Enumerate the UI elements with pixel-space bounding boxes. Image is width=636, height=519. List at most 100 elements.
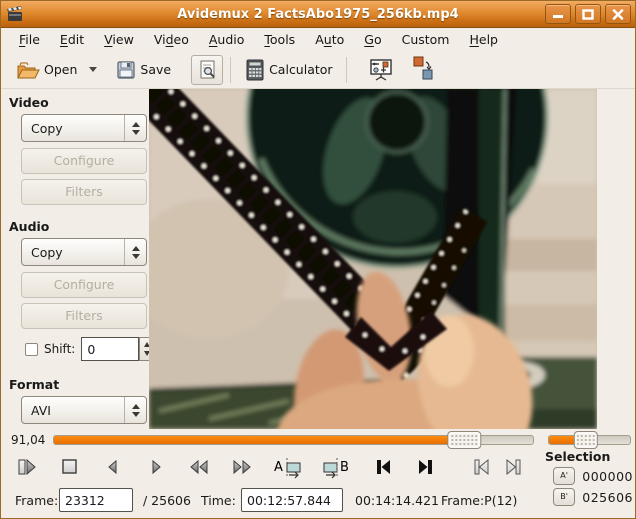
- previous-frame-button[interactable]: [100, 454, 126, 480]
- window-title: Avidemux 2 FactsAbo1975_256kb.mp4: [1, 7, 635, 22]
- open-folder-icon: [15, 59, 41, 81]
- video-codec-value: Copy: [22, 121, 63, 136]
- video-filters-panel-button[interactable]: Filters: [21, 179, 147, 205]
- properties-icon: [197, 59, 217, 81]
- go-to-end-button[interactable]: [413, 454, 439, 480]
- audio-configure-button[interactable]: Configure: [21, 272, 147, 298]
- maximize-button[interactable]: [575, 4, 601, 24]
- secondary-slider[interactable]: [548, 435, 631, 445]
- open-label: Open: [44, 62, 77, 77]
- previous-keyframe-button[interactable]: [468, 454, 494, 480]
- selection-a-row: A' 000000: [553, 467, 633, 485]
- calculator-button[interactable]: Calculator: [238, 54, 338, 86]
- open-recent-dropdown[interactable]: [83, 67, 103, 72]
- stop-button[interactable]: [57, 454, 83, 480]
- avidemux-window: Avidemux 2 FactsAbo1975_256kb.mp4 File E…: [0, 0, 636, 519]
- go-to-start-icon: [373, 457, 393, 477]
- menu-view[interactable]: View: [94, 30, 144, 49]
- video-filters-button[interactable]: [362, 53, 400, 87]
- toolbar-separator: [346, 57, 347, 83]
- frame-type: Frame:P(12): [441, 493, 517, 508]
- format-select[interactable]: AVI: [21, 396, 147, 424]
- video-section-heading: Video: [9, 95, 149, 110]
- set-marker-b-button[interactable]: B: [321, 454, 353, 480]
- next-frame-icon: [147, 457, 165, 477]
- go-to-end-icon: [416, 457, 436, 477]
- side-panel: Video Copy Configure Filters Audio Copy …: [1, 89, 149, 429]
- menu-bar: File Edit View Video Audio Tools Auto Go…: [1, 28, 635, 51]
- position-label: 91,04: [11, 433, 45, 447]
- timeline-row: 91,04: [1, 429, 635, 451]
- format-value: AVI: [22, 403, 51, 418]
- open-button[interactable]: Open: [9, 55, 83, 85]
- audio-codec-select[interactable]: Copy: [21, 238, 147, 266]
- toolbar: Open Save: [1, 51, 635, 89]
- shift-spinbox[interactable]: 0: [81, 337, 139, 361]
- combo-arrows-icon: [124, 239, 146, 265]
- maximize-icon: [582, 9, 594, 20]
- frame-label: Frame:: [15, 493, 58, 508]
- next-keyframe-button[interactable]: [501, 454, 527, 480]
- secondary-slider-handle[interactable]: [574, 431, 598, 449]
- selection-a-button[interactable]: A': [553, 467, 575, 485]
- menu-audio[interactable]: Audio: [199, 30, 255, 49]
- selection-b-button[interactable]: B': [553, 488, 575, 506]
- fast-backward-icon: [187, 457, 211, 477]
- next-frame-button[interactable]: [143, 454, 169, 480]
- minimize-button[interactable]: [545, 4, 571, 24]
- svg-text:B: B: [340, 460, 349, 475]
- title-bar[interactable]: Avidemux 2 FactsAbo1975_256kb.mp4: [1, 1, 635, 28]
- video-preview: [149, 89, 597, 429]
- menu-file[interactable]: File: [9, 30, 50, 49]
- status-bar: Frame: 23312 / 25606 Time: 00:12:57.844 …: [1, 483, 541, 519]
- previous-frame-icon: [104, 457, 122, 477]
- close-button[interactable]: [605, 4, 631, 24]
- seek-slider-fill: [54, 436, 456, 444]
- stop-icon: [59, 456, 81, 478]
- total-time: 00:14:14.421: [355, 493, 439, 508]
- set-marker-a-icon: A: [273, 455, 303, 479]
- transport-controls: A B: [1, 451, 541, 483]
- menu-edit[interactable]: Edit: [50, 30, 94, 49]
- menu-help[interactable]: Help: [459, 30, 508, 49]
- save-button[interactable]: Save: [109, 55, 177, 85]
- time-input[interactable]: 00:12:57.844: [241, 488, 343, 512]
- calculator-icon: [244, 58, 266, 82]
- toolbar-separator: [230, 57, 231, 83]
- combo-arrows-icon: [124, 115, 146, 141]
- next-keyframe-icon: [504, 457, 524, 477]
- save-label: Save: [140, 62, 171, 77]
- set-marker-b-icon: B: [322, 455, 352, 479]
- play-button[interactable]: [14, 454, 40, 480]
- format-section-heading: Format: [9, 377, 149, 392]
- audio-filters-button[interactable]: Filters: [21, 303, 147, 329]
- video-codec-select[interactable]: Copy: [21, 114, 147, 142]
- video-configure-button[interactable]: Configure: [21, 148, 147, 174]
- shift-label: Shift:: [44, 342, 75, 356]
- seek-slider-handle[interactable]: [447, 431, 481, 449]
- calculator-label: Calculator: [269, 62, 332, 77]
- menu-tools[interactable]: Tools: [254, 30, 305, 49]
- set-marker-a-button[interactable]: A: [272, 454, 304, 480]
- menu-custom[interactable]: Custom: [392, 30, 460, 49]
- audio-codec-value: Copy: [22, 245, 63, 260]
- go-to-start-button[interactable]: [370, 454, 396, 480]
- properties-button[interactable]: [191, 55, 223, 85]
- selection-b-value: 025606: [582, 490, 633, 505]
- fast-forward-icon: [230, 457, 254, 477]
- menu-auto[interactable]: Auto: [305, 30, 354, 49]
- video-frame-film-reel: [149, 89, 597, 429]
- selection-panel: Selection A' 000000 B' 025606: [541, 449, 633, 519]
- selection-a-value: 000000: [582, 469, 633, 484]
- play-icon: [16, 456, 38, 478]
- seek-slider[interactable]: [53, 435, 534, 445]
- svg-text:A: A: [274, 460, 283, 475]
- fast-forward-button[interactable]: [229, 454, 255, 480]
- menu-video[interactable]: Video: [144, 30, 199, 49]
- fast-backward-button[interactable]: [186, 454, 212, 480]
- frame-input[interactable]: 23312: [59, 488, 133, 512]
- combo-arrows-icon: [124, 397, 146, 423]
- shift-checkbox[interactable]: [25, 343, 38, 356]
- menu-go[interactable]: Go: [354, 30, 391, 49]
- joblist-button[interactable]: [404, 50, 442, 86]
